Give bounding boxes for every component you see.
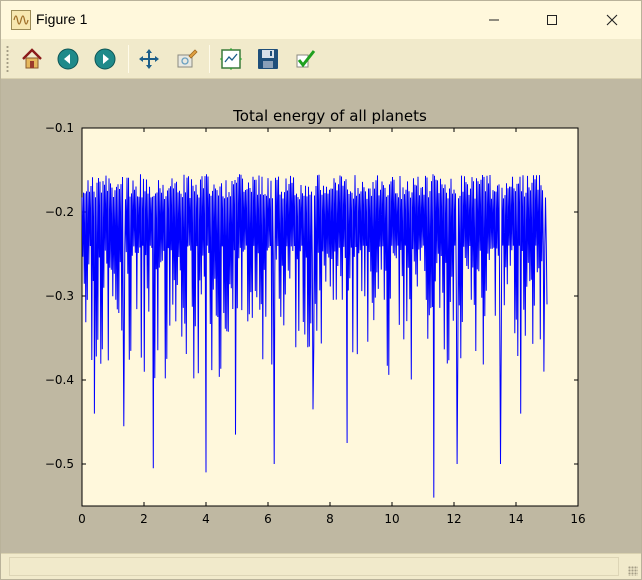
y-tick-label: −0.2 <box>45 205 74 219</box>
subplots-icon <box>220 48 242 70</box>
navigation-toolbar <box>1 39 641 79</box>
save-button[interactable] <box>254 45 282 73</box>
subplots-button[interactable] <box>217 45 245 73</box>
title-bar[interactable]: Figure 1 <box>1 1 641 39</box>
x-tick-label: 4 <box>202 512 210 526</box>
pan-button[interactable] <box>135 45 163 73</box>
energy-line-chart: Total energy of all planets 0 2 4 6 8 10 12 14 1… <box>45 107 586 526</box>
home-icon <box>22 48 42 69</box>
toolbar-grip[interactable] <box>6 45 9 73</box>
x-tick-label: 14 <box>508 512 523 526</box>
toolbar-separator <box>209 45 210 73</box>
x-tick-label: 8 <box>326 512 334 526</box>
forward-button[interactable] <box>91 45 119 73</box>
zoom-button[interactable] <box>173 45 201 73</box>
back-icon <box>57 48 79 70</box>
plot-area <box>81 127 579 507</box>
matplotlib-app-icon <box>11 10 31 30</box>
x-tick-label: 6 <box>264 512 272 526</box>
back-button[interactable] <box>54 45 82 73</box>
minimize-icon <box>489 19 499 21</box>
window-title: Figure 1 <box>36 11 88 27</box>
y-tick-label: −0.1 <box>45 121 74 135</box>
status-message <box>9 557 619 576</box>
resize-grip[interactable] <box>628 566 638 576</box>
checkmark-edit-icon <box>296 50 316 68</box>
chart-title: Total energy of all planets <box>232 107 427 125</box>
y-tick-label: −0.3 <box>45 289 74 303</box>
maximize-button[interactable] <box>529 1 575 39</box>
zoom-icon <box>177 49 198 68</box>
figure-window: Figure 1 Total energy of all planets 0 2… <box>0 0 642 580</box>
minimize-button[interactable] <box>471 1 517 39</box>
close-icon <box>606 14 618 26</box>
forward-icon <box>94 48 116 70</box>
home-button[interactable] <box>18 45 46 73</box>
x-tick-label: 0 <box>78 512 86 526</box>
pan-icon <box>139 49 159 69</box>
x-tick-label: 10 <box>384 512 399 526</box>
y-tick-label: −0.5 <box>45 457 74 471</box>
save-icon <box>258 49 278 69</box>
edit-button[interactable] <box>291 45 319 73</box>
maximize-icon <box>547 15 557 25</box>
y-tick-label: −0.4 <box>45 373 74 387</box>
x-tick-label: 2 <box>140 512 148 526</box>
status-bar <box>1 553 641 579</box>
x-tick-label: 16 <box>570 512 585 526</box>
figure-canvas[interactable]: Total energy of all planets 0 2 4 6 8 10 12 14 1… <box>1 79 641 553</box>
x-tick-label: 12 <box>446 512 461 526</box>
toolbar-separator <box>128 45 129 73</box>
close-button[interactable] <box>589 1 635 39</box>
